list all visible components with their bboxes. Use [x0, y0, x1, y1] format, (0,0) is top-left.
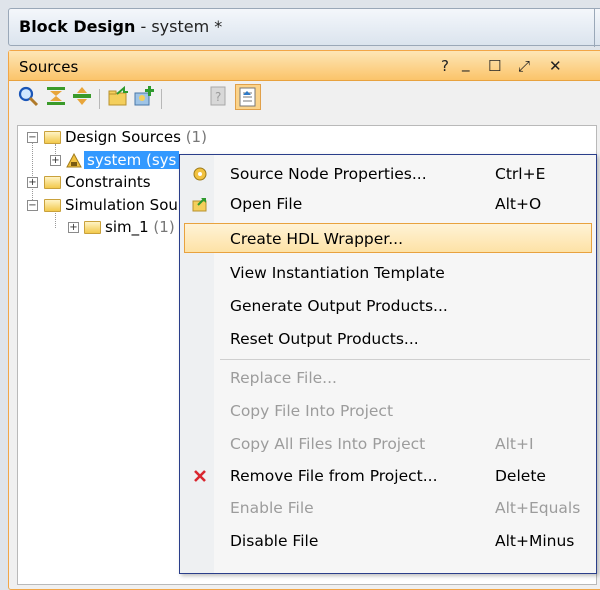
- folder-icon: [44, 176, 61, 189]
- window-title-sub: - system *: [140, 17, 223, 36]
- sources-panel-header: Sources ? _ ☐ ⤢ ✕: [9, 51, 600, 81]
- tree-guide: [32, 140, 33, 204]
- toolbar-separator: [99, 89, 100, 109]
- collapse-all-icon[interactable]: [45, 85, 69, 109]
- folder-open-icon: [44, 131, 61, 144]
- menu-item-label: Open File: [230, 195, 303, 213]
- menu-item-label: Enable File: [230, 499, 314, 517]
- menu-item-label: Replace File...: [230, 369, 337, 387]
- folder-open-icon: [44, 199, 61, 212]
- properties-icon: [192, 166, 208, 182]
- menu-item-shortcut: Alt+Equals: [495, 499, 581, 517]
- add-sources-alt-icon[interactable]: [133, 85, 157, 109]
- menu-item-label: Copy All Files Into Project: [230, 435, 426, 453]
- expand-all-icon[interactable]: [71, 85, 95, 109]
- show-hierarchy-icon[interactable]: [235, 84, 261, 110]
- sources-panel-title: Sources: [19, 58, 79, 76]
- menu-item-generate-output-products[interactable]: Generate Output Products...: [180, 291, 594, 321]
- design-sources-count: (1): [185, 128, 207, 146]
- svg-text:?: ?: [215, 90, 221, 104]
- toolbar-separator: [161, 89, 162, 109]
- menu-item-label: Copy File Into Project: [230, 402, 394, 420]
- menu-item-shortcut: Alt+I: [495, 435, 534, 453]
- expand-toggle-icon[interactable]: +: [50, 155, 61, 166]
- close-button[interactable]: ✕: [549, 57, 562, 75]
- tree-node-label: sim_1 (1): [105, 218, 175, 236]
- menu-item-shortcut: Delete: [495, 467, 546, 485]
- menu-item-open-file[interactable]: Open File Alt+O: [180, 189, 594, 219]
- search-icon[interactable]: [17, 85, 41, 109]
- menu-item-label: Remove File from Project...: [230, 467, 438, 485]
- menu-item-replace-file[interactable]: Replace File...: [180, 363, 594, 393]
- expand-toggle-icon[interactable]: +: [27, 177, 38, 188]
- folder-icon: [84, 221, 101, 234]
- block-design-icon: [66, 152, 82, 173]
- menu-item-reset-output-products[interactable]: Reset Output Products...: [180, 324, 594, 354]
- window-title-bar: Block Design - system *: [8, 8, 600, 47]
- menu-separator: [220, 359, 590, 360]
- tree-node-design-sources[interactable]: − Design Sources (1): [24, 128, 284, 148]
- menu-item-shortcut: Alt+Minus: [495, 532, 575, 550]
- design-sources-label: Design Sources: [65, 128, 181, 146]
- collapse-toggle-icon[interactable]: −: [27, 200, 38, 211]
- window-title: Block Design - system *: [19, 17, 222, 36]
- maximize-button[interactable]: ☐: [488, 57, 501, 75]
- tree-node-label: Design Sources (1): [65, 128, 207, 146]
- sim-1-count: (1): [153, 218, 175, 236]
- menu-item-remove-file-from-project[interactable]: Remove File from Project... Delete: [180, 461, 594, 491]
- menu-item-label: View Instantiation Template: [230, 264, 445, 282]
- menu-item-create-hdl-wrapper[interactable]: Create HDL Wrapper...: [184, 223, 592, 253]
- menu-item-source-node-properties[interactable]: Source Node Properties... Ctrl+E: [180, 159, 594, 189]
- context-menu: Source Node Properties... Ctrl+E Open Fi…: [179, 154, 597, 574]
- constraints-label: Constraints: [65, 173, 151, 191]
- tree-node-label-selected: system (sys: [84, 151, 180, 169]
- system-label: system (sys: [87, 151, 177, 169]
- menu-item-enable-file[interactable]: Enable File Alt+Equals: [180, 493, 594, 523]
- menu-item-label: Disable File: [230, 532, 319, 550]
- menu-item-label: Reset Output Products...: [230, 330, 419, 348]
- menu-item-disable-file[interactable]: Disable File Alt+Minus: [180, 526, 594, 556]
- window-title-main: Block Design: [19, 17, 136, 36]
- menu-item-copy-all-files-into-project[interactable]: Copy All Files Into Project Alt+I: [180, 429, 594, 459]
- menu-item-copy-file-into-project[interactable]: Copy File Into Project: [180, 396, 594, 426]
- float-button[interactable]: ⤢: [518, 57, 530, 75]
- help-button[interactable]: ?: [441, 57, 449, 75]
- menu-item-shortcut: Alt+O: [495, 195, 542, 213]
- menu-item-label: Source Node Properties...: [230, 165, 427, 183]
- tree-node-constraints[interactable]: + Constraints: [24, 173, 194, 193]
- disabled-doc-icon[interactable]: ?: [207, 85, 231, 109]
- tree-node-sim-1[interactable]: + sim_1 (1): [24, 218, 194, 238]
- sim-1-label: sim_1: [105, 218, 149, 236]
- remove-icon: [192, 468, 208, 484]
- menu-item-shortcut: Ctrl+E: [495, 165, 546, 183]
- open-file-icon: [192, 196, 208, 212]
- add-sources-icon[interactable]: [107, 85, 131, 109]
- expand-toggle-icon[interactable]: +: [68, 222, 79, 233]
- title-divider: [594, 9, 595, 47]
- simulation-sources-label: Simulation Sourc: [65, 196, 192, 214]
- menu-item-label: Create HDL Wrapper...: [230, 230, 404, 248]
- tree-node-simulation-sources[interactable]: − Simulation Sourc: [24, 196, 194, 216]
- collapse-toggle-icon[interactable]: −: [27, 132, 38, 143]
- menu-item-label: Generate Output Products...: [230, 297, 448, 315]
- menu-item-view-instantiation-template[interactable]: View Instantiation Template: [180, 258, 594, 288]
- minimize-button[interactable]: _: [462, 54, 470, 72]
